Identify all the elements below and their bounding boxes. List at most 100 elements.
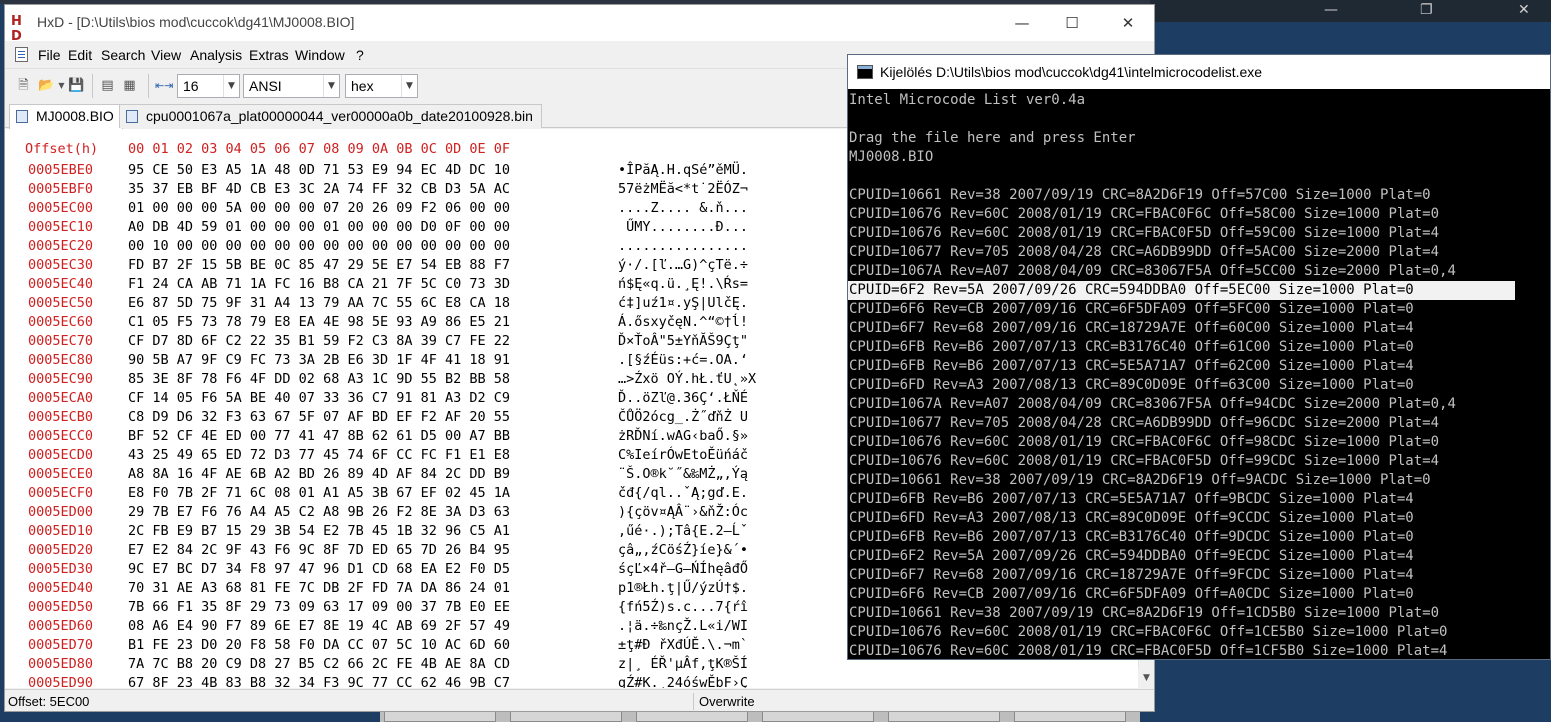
row-hex-bytes: A8 8A 16 4F AE 6B A2 BD 26 89 4D AF 84 2… (128, 466, 511, 482)
row-decoded-text: {fń5Ź)s.c...7{ŕî (618, 599, 749, 615)
hxd-titlebar[interactable]: H​D HxD - [D:\Utils\bios mod\cuccok\dg41… (5, 5, 1154, 44)
console-line: CPUID=6F7 Rev=68 2007/09/16 CRC=18729A7E… (849, 567, 1414, 583)
console-line-selected: CPUID=6F2 Rev=5A 2007/09/26 CRC=594DDBA0… (848, 281, 1515, 300)
console-line: Intel Microcode List ver0.4a (849, 92, 1086, 108)
row-offset: 0005EC10 (28, 219, 94, 235)
row-offset: 0005EC70 (28, 333, 94, 349)
ram-icon[interactable]: ▦ (121, 77, 138, 94)
row-hex-bytes: 90 5B A7 9F C9 FC 73 3A 2B E6 3D 1F 4F 4… (128, 352, 511, 368)
row-decoded-text: Ď..öZľ@.36Ç‘.ŁŇÉ (618, 390, 749, 406)
console-line: CPUID=10661 Rev=38 2007/09/19 CRC=8A2D6F… (849, 187, 1431, 203)
row-offset: 0005EC90 (28, 371, 94, 387)
row-offset: 0005EC00 (28, 200, 94, 216)
row-decoded-text: ý·/.[ľ.…G)^çTë.÷ (618, 257, 749, 273)
scroll-down-icon[interactable]: ▼ (1138, 669, 1154, 688)
menu-search[interactable]: Search (101, 47, 145, 63)
disk-icon[interactable]: ▤ (99, 77, 116, 94)
console-line: CPUID=10676 Rev=60C 2008/01/19 CRC=FBAC0… (849, 225, 1440, 241)
background-restore-icon: ❐ (1420, 2, 1433, 18)
save-icon[interactable]: 💾 (68, 77, 85, 94)
menu-view[interactable]: View (151, 47, 181, 63)
row-decoded-text: Á.ősxyčęN.^“©†ĺ! (618, 314, 749, 330)
minimize-icon[interactable]: — (1002, 11, 1042, 35)
charset-select[interactable]: ANSI ▼ (243, 74, 340, 98)
row-decoded-text: p1®Łh.ţ|Ű/ýzÚ†$. (618, 580, 749, 596)
console-line: CPUID=6FB Rev=B6 2007/07/13 CRC=B3176C40… (849, 529, 1414, 545)
background-close-icon: ✕ (1518, 2, 1530, 18)
window-title: HxD - [D:\Utils\bios mod\cuccok\dg41\MJ0… (37, 14, 355, 30)
row-offset: 0005ED40 (28, 580, 94, 596)
columns-icon: ⇤⇥ (155, 79, 174, 92)
row-hex-bytes: 00 10 00 00 00 00 00 00 00 00 00 00 00 0… (128, 238, 511, 254)
console-line: CPUID=6FB Rev=B6 2007/07/13 CRC=5E5A71A7… (849, 358, 1414, 374)
row-hex-bytes: 35 37 EB BF 4D CB E3 3C 2A 74 FF 32 CB D… (128, 181, 511, 197)
new-file-icon[interactable]: 🗎 (15, 77, 32, 94)
charset-value: ANSI (249, 78, 282, 94)
row-decoded-text: ¨Š.O®k˘˝&‰MŻ„,Ýą (618, 466, 749, 482)
chevron-down-icon[interactable]: ▼ (401, 75, 417, 97)
menu-edit[interactable]: Edit (68, 47, 92, 63)
console-titlebar[interactable]: Kijelölés D:\Utils\bios mod\cuccok\dg41\… (848, 55, 1550, 89)
console-line: CPUID=6FB Rev=B6 2007/07/13 CRC=B3176C40… (849, 339, 1414, 355)
tab-cpu-microcode-bin[interactable]: cpu0001067a_plat00000044_ver00000a0b_dat… (119, 104, 542, 128)
row-offset: 0005ED10 (28, 523, 94, 539)
row-offset: 0005ED80 (28, 656, 94, 672)
maximize-icon[interactable]: ☐ (1052, 11, 1092, 35)
row-decoded-text: gŹ#K.¸24óśwĚbF›Ç (618, 675, 749, 688)
row-offset: 0005EBE0 (28, 162, 94, 178)
row-hex-bytes: BF 52 CF 4E ED 00 77 41 47 8B 62 61 D5 0… (128, 428, 511, 444)
row-decoded-text: z|¸ ÉŘ'µÂf,ţK®ŠÍ (618, 656, 749, 672)
console-line: CPUID=6F2 Rev=5A 2007/09/26 CRC=594DDBA0… (849, 548, 1414, 564)
tab-label: cpu0001067a_plat00000044_ver00000a0b_dat… (146, 108, 533, 124)
console-output[interactable]: Intel Microcode List ver0.4a Drag the fil… (848, 91, 1550, 659)
menu-file[interactable]: File (38, 47, 61, 63)
console-window: Kijelölés D:\Utils\bios mod\cuccok\dg41\… (847, 54, 1551, 660)
row-decoded-text: C%IeírÓwEtoĚüńáč (618, 447, 749, 463)
toolbar-separator (148, 74, 149, 98)
display-mode-select[interactable]: hex ▼ (345, 74, 418, 98)
row-hex-bytes: 85 3E 8F 78 F6 4F DD 02 68 A3 1C 9D 55 B… (128, 371, 511, 387)
row-offset: 0005ED00 (28, 504, 94, 520)
row-decoded-text: ć‡]uź1¤.yŞ|UlčĘ. (618, 295, 749, 311)
menu-window[interactable]: Window (295, 47, 345, 63)
row-offset: 0005ECD0 (28, 447, 94, 463)
console-line: CPUID=6F7 Rev=68 2007/09/16 CRC=18729A7E… (849, 320, 1414, 336)
row-hex-bytes: 70 31 AE A3 68 81 FE 7C DB 2F FD 7A DA 8… (128, 580, 511, 596)
tab-mj0008-bio[interactable]: MJ0008.BIO (9, 104, 123, 129)
menu-extras[interactable]: Extras (249, 47, 289, 63)
row-hex-bytes: E6 87 5D 75 9F 31 A4 13 79 AA 7C 55 6C E… (128, 295, 511, 311)
status-bar: Offset: 5EC00 Overwrite (5, 689, 1154, 711)
row-hex-bytes: 7A 7C B8 20 C9 D8 27 B5 C2 66 2C FE 4B A… (128, 656, 511, 672)
row-decoded-text: żRĎNí.wAG‹baŐ.§» (618, 428, 749, 444)
hex-row[interactable]: 0005ED90 67 8F 23 4B 83 B8 32 34 F3 9C 77… (5, 674, 1138, 688)
close-icon[interactable]: ✕ (1108, 11, 1148, 35)
row-decoded-text: •ÎPăĄ.H.qSé”ěMÜ. (618, 162, 749, 178)
status-mode: Overwrite (699, 694, 755, 709)
menu-analysis[interactable]: Analysis (190, 47, 242, 63)
console-line: CPUID=6FD Rev=A3 2007/08/13 CRC=89C0D09E… (849, 377, 1414, 393)
row-offset: 0005ECB0 (28, 409, 94, 425)
chevron-down-icon[interactable]: ▼ (223, 75, 239, 97)
console-line: CPUID=6F6 Rev=CB 2007/09/16 CRC=6F5DFA09… (849, 301, 1414, 317)
console-line: CPUID=10676 Rev=60C 2008/01/19 CRC=FBAC0… (849, 453, 1440, 469)
row-decoded-text: ................ (618, 238, 749, 254)
offset-header: Offset(h) (25, 141, 99, 157)
menu-help[interactable]: ? (356, 47, 364, 63)
row-decoded-text: çâ„,źCöśŹ}íe}&´• (618, 542, 749, 558)
row-hex-bytes: C1 05 F5 73 78 79 E8 EA 4E 98 5E 93 A9 8… (128, 314, 511, 330)
row-hex-bytes: C8 D9 D6 32 F3 63 67 5F 07 AF BD EF F2 A… (128, 409, 511, 425)
row-hex-bytes: 9C E7 BC D7 34 F8 97 47 96 D1 CD 68 EA E… (128, 561, 511, 577)
toolbar-separator (92, 74, 93, 98)
row-offset: 0005EC30 (28, 257, 94, 273)
row-decoded-text: …>Źxö OÝ.hŁ.ťU˛»X (618, 371, 757, 387)
row-decoded-text: ŰMY........Đ... (618, 219, 749, 235)
row-offset: 0005ECA0 (28, 390, 94, 406)
row-decoded-text: śçĽ×4ř—G–ŃÍhęâđŐ (618, 561, 749, 577)
row-offset: 0005ECE0 (28, 466, 94, 482)
row-hex-bytes: F1 24 CA AB 71 1A FC 16 B8 CA 21 7F 5C C… (128, 276, 511, 292)
bytes-per-row-select[interactable]: 16 ▼ (177, 74, 240, 98)
console-line: CPUID=1067A Rev=A07 2008/04/09 CRC=83067… (849, 263, 1456, 279)
chevron-down-icon[interactable]: ▼ (323, 75, 339, 97)
